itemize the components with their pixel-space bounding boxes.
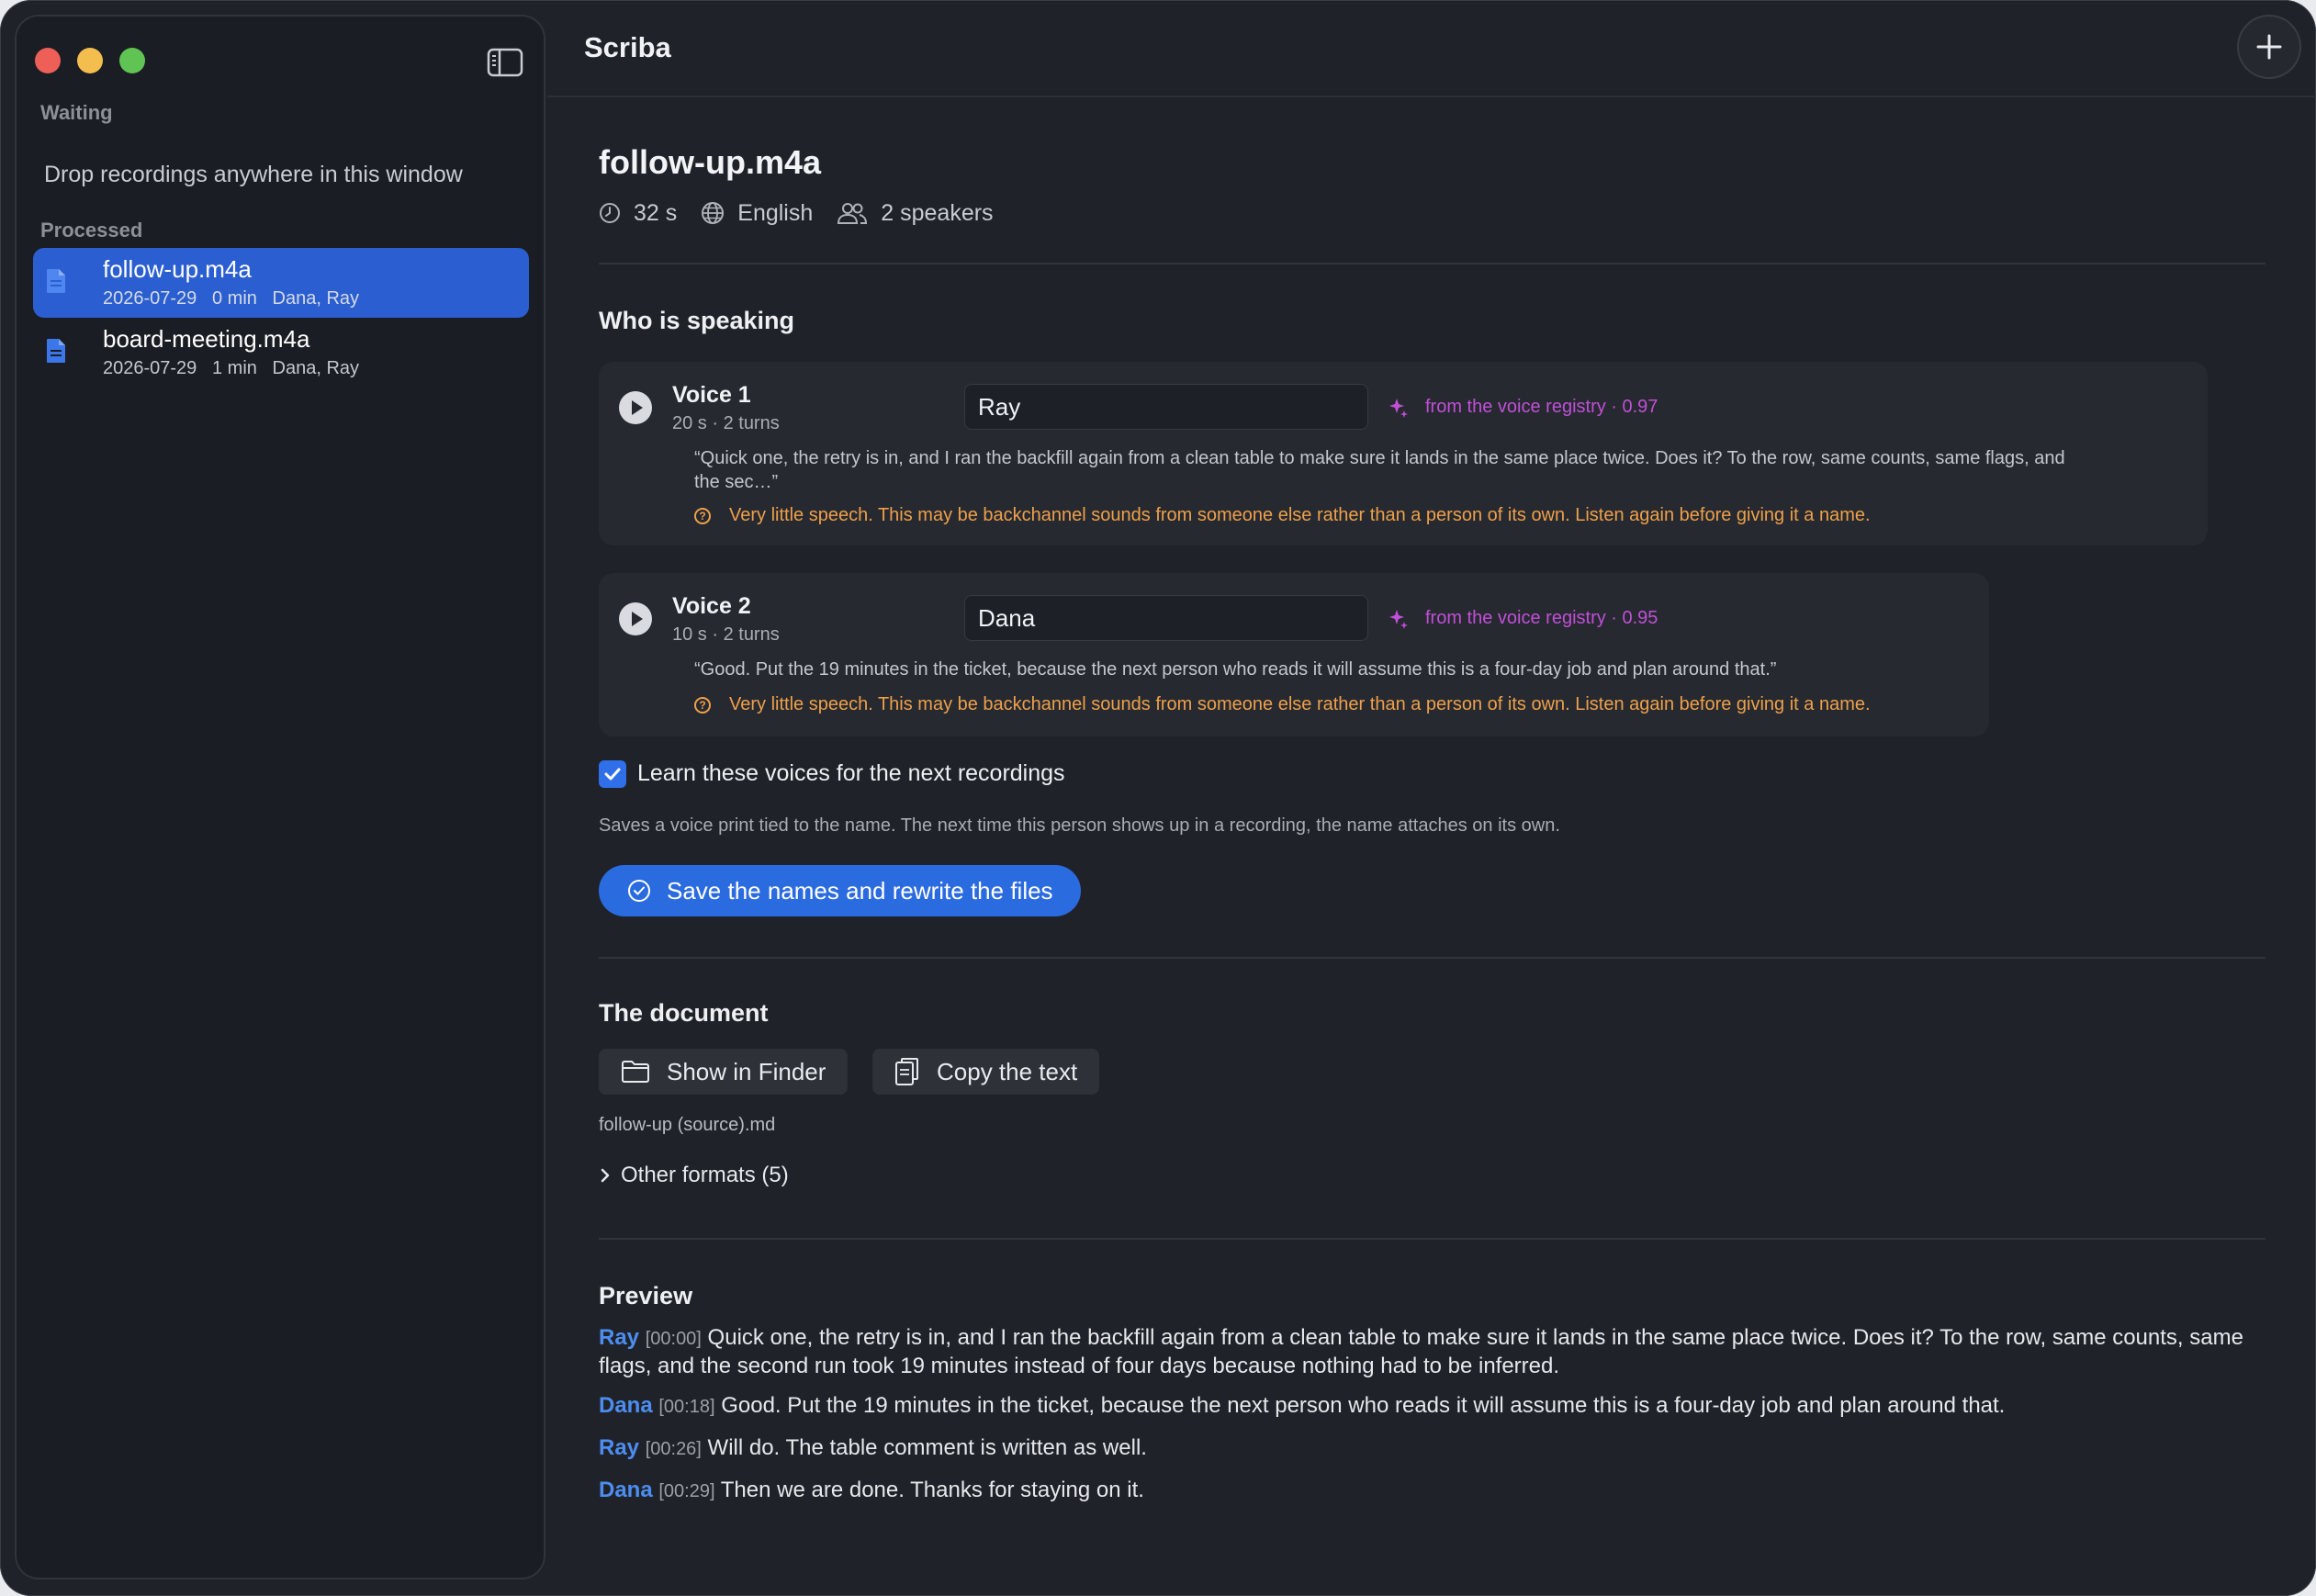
registry-match: from the voice registry · 0.95 bbox=[1388, 608, 1658, 629]
warning-text: Very little speech. This may be backchan… bbox=[729, 505, 1871, 525]
sidebar-item-meta: 2026-07-29 0 min Dana, Ray bbox=[103, 288, 360, 309]
plus-icon bbox=[2256, 34, 2282, 60]
play-icon bbox=[632, 612, 643, 626]
document-icon bbox=[47, 339, 65, 363]
document-icon bbox=[47, 269, 65, 293]
play-voice-button[interactable] bbox=[619, 391, 652, 424]
preview-speaker: Ray bbox=[599, 1435, 640, 1460]
voice-card-1: Voice 1 20 s · 2 turns from the voice re… bbox=[599, 362, 2208, 545]
sidebar-toggle-icon[interactable] bbox=[487, 48, 523, 77]
chevron-right-icon bbox=[601, 1168, 610, 1183]
play-icon bbox=[632, 400, 643, 415]
preview-text: Quick one, the retry is in, and I ran th… bbox=[599, 1325, 2243, 1378]
question-circle-icon: ? bbox=[694, 507, 711, 524]
preview-line: Dana [00:18] Good. Put the 19 minutes in… bbox=[599, 1392, 2252, 1421]
clipboard-icon bbox=[895, 1058, 918, 1085]
preview-speaker: Ray bbox=[599, 1325, 640, 1350]
sidebar-item-follow-up[interactable]: follow-up.m4a 2026-07-29 0 min Dana, Ray bbox=[33, 248, 529, 318]
who-is-speaking-heading: Who is speaking bbox=[599, 307, 795, 334]
document-heading: The document bbox=[599, 999, 769, 1027]
registry-text: from the voice registry · 0.95 bbox=[1425, 608, 1658, 628]
learn-voices-help: Saves a voice print tied to the name. Th… bbox=[599, 815, 1560, 836]
show-in-finder-button[interactable]: Show in Finder bbox=[599, 1049, 849, 1095]
checkmark-icon bbox=[604, 768, 621, 781]
people-icon bbox=[838, 203, 868, 224]
save-names-button[interactable]: Save the names and rewrite the files bbox=[599, 865, 1081, 916]
question-circle-icon: ? bbox=[694, 696, 711, 714]
language: English bbox=[737, 199, 814, 226]
copy-text-button[interactable]: Copy the text bbox=[872, 1049, 1100, 1095]
sparkle-icon bbox=[1389, 609, 1408, 629]
globe-icon bbox=[702, 202, 725, 224]
app-title: Scriba bbox=[584, 31, 671, 63]
preview-line: Dana [00:29] Then we are done. Thanks fo… bbox=[599, 1477, 2252, 1505]
speaker-count: 2 speakers bbox=[881, 199, 994, 226]
voice-name-input[interactable] bbox=[964, 595, 1368, 641]
preview-text: Then we are done. Thanks for staying on … bbox=[720, 1478, 1144, 1502]
divider bbox=[599, 957, 2265, 959]
duration: 32 s bbox=[634, 199, 678, 226]
divider bbox=[599, 263, 2265, 264]
voice-warning: ? Very little speech. This may be backch… bbox=[694, 505, 1871, 526]
file-meta: 32 s English 2 speakers bbox=[599, 197, 1017, 230]
document-filename: follow-up (source).md bbox=[599, 1115, 776, 1135]
preview-heading: Preview bbox=[599, 1282, 693, 1309]
preview-speaker: Dana bbox=[599, 1393, 653, 1418]
minimize-window-button[interactable] bbox=[77, 48, 103, 73]
processed-section-label: Processed bbox=[40, 219, 143, 242]
preview-speaker: Dana bbox=[599, 1478, 653, 1502]
sidebar-item-board-meeting[interactable]: board-meeting.m4a 2026-07-29 1 min Dana,… bbox=[33, 318, 529, 388]
preview-line: Ray [00:00] Quick one, the retry is in, … bbox=[599, 1324, 2252, 1380]
voice-quote-line: “Quick one, the retry is in, and I ran t… bbox=[694, 448, 2065, 468]
sidebar-item-name: follow-up.m4a bbox=[103, 255, 252, 283]
voice-card-2: Voice 2 10 s · 2 turns from the voice re… bbox=[599, 573, 1989, 736]
sidebar: Waiting Drop recordings anywhere in this… bbox=[15, 15, 545, 1579]
other-formats-label: Other formats (5) bbox=[621, 1163, 789, 1187]
waiting-section-label: Waiting bbox=[40, 101, 113, 124]
registry-text: from the voice registry · 0.97 bbox=[1425, 397, 1658, 417]
registry-match: from the voice registry · 0.97 bbox=[1388, 397, 1658, 418]
preview-text: Will do. The table comment is written as… bbox=[707, 1435, 1147, 1460]
preview-timestamp: [00:00] bbox=[645, 1329, 702, 1349]
voice-stats: 20 s · 2 turns bbox=[672, 413, 780, 433]
sidebar-item-meta: 2026-07-29 1 min Dana, Ray bbox=[103, 358, 360, 378]
app-window: Waiting Drop recordings anywhere in this… bbox=[0, 0, 2316, 1596]
voice-warning: ? Very little speech. This may be backch… bbox=[694, 694, 1871, 715]
show-in-finder-label: Show in Finder bbox=[667, 1057, 826, 1085]
learn-voices-checkbox[interactable] bbox=[599, 760, 626, 788]
other-formats-disclosure[interactable]: Other formats (5) bbox=[599, 1163, 789, 1188]
learn-voices-label[interactable]: Learn these voices for the next recordin… bbox=[637, 760, 1065, 787]
zoom-window-button[interactable] bbox=[119, 48, 145, 73]
preview-timestamp: [00:26] bbox=[645, 1439, 702, 1459]
clock-icon bbox=[600, 203, 620, 223]
voice-quote-line: the sec…” bbox=[694, 472, 779, 492]
folder-icon bbox=[622, 1061, 649, 1083]
sparkle-icon bbox=[1389, 398, 1408, 418]
voice-quote-line: “Good. Put the 19 minutes in the ticket,… bbox=[694, 659, 1777, 680]
voice-name-input[interactable] bbox=[964, 384, 1368, 430]
save-names-label: Save the names and rewrite the files bbox=[667, 876, 1053, 905]
copy-text-label: Copy the text bbox=[937, 1057, 1078, 1085]
preview-timestamp: [00:18] bbox=[658, 1397, 715, 1417]
play-voice-button[interactable] bbox=[619, 602, 652, 635]
preview-timestamp: [00:29] bbox=[658, 1481, 715, 1501]
voice-label: Voice 2 bbox=[672, 593, 751, 619]
toolbar: Scriba bbox=[547, 0, 2316, 97]
voice-quote: “Quick one, the retry is in, and I ran t… bbox=[694, 446, 2065, 494]
divider bbox=[599, 1238, 2265, 1240]
sidebar-item-name: board-meeting.m4a bbox=[103, 325, 310, 353]
drop-hint: Drop recordings anywhere in this window bbox=[44, 162, 463, 187]
voice-stats: 10 s · 2 turns bbox=[672, 624, 780, 645]
check-circle-icon bbox=[628, 880, 650, 902]
preview-text: Good. Put the 19 minutes in the ticket, … bbox=[721, 1393, 2006, 1418]
close-window-button[interactable] bbox=[35, 48, 61, 73]
add-recording-button[interactable] bbox=[2237, 15, 2301, 79]
voice-label: Voice 1 bbox=[672, 382, 751, 408]
file-title: follow-up.m4a bbox=[599, 143, 821, 181]
voice-quote: “Good. Put the 19 minutes in the ticket,… bbox=[694, 658, 1776, 681]
warning-text: Very little speech. This may be backchan… bbox=[729, 694, 1871, 714]
preview-line: Ray [00:26] Will do. The table comment i… bbox=[599, 1434, 2252, 1463]
